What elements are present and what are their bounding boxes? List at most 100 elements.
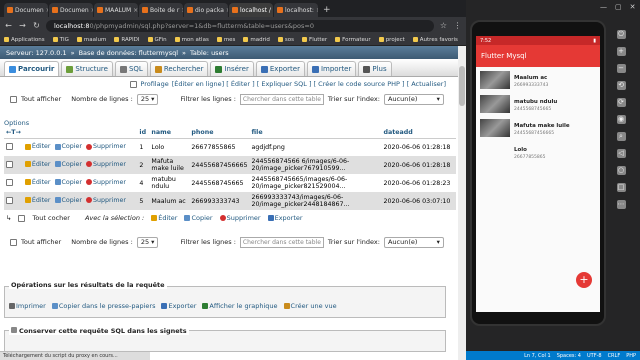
filter-input[interactable]: Chercher dans cette table: [239, 93, 324, 105]
col-file[interactable]: file: [249, 128, 382, 139]
close-icon[interactable]: ×: [46, 7, 48, 14]
close-icon[interactable]: ×: [133, 7, 138, 14]
back-icon[interactable]: ←: [4, 21, 13, 30]
copy-button[interactable]: Copier: [54, 161, 82, 168]
editor-status-item[interactable]: Spaces: 4: [557, 353, 581, 359]
overview-icon[interactable]: □: [616, 183, 626, 192]
sort-select[interactable]: Aucun(e) ▾: [383, 93, 444, 105]
edit-button[interactable]: Éditer: [24, 143, 51, 150]
tab-plus[interactable]: Plus: [358, 61, 392, 76]
bulk-export-button[interactable]: Exporter: [267, 214, 303, 222]
bookmark-item[interactable]: maalum: [76, 37, 106, 43]
browser-tab-1[interactable]: Documen×: [4, 3, 48, 17]
query-action-links[interactable]: [Éditer en ligne] [ Éditer ] [ Expliquer…: [172, 80, 446, 88]
edit-button[interactable]: Éditer: [24, 161, 51, 168]
row-checkbox[interactable]: [6, 196, 13, 204]
tab-importer[interactable]: Importer: [306, 61, 357, 76]
power-icon[interactable]: ⏻: [616, 30, 626, 39]
operation-chart[interactable]: Afficher le graphique: [202, 302, 278, 310]
browser-tab-3[interactable]: MAALUM ×: [94, 3, 138, 17]
delete-button[interactable]: Supprimer: [86, 143, 126, 150]
edit-button[interactable]: Éditer: [24, 197, 51, 204]
delete-button[interactable]: Supprimer: [86, 197, 126, 204]
tab-sql[interactable]: SQL: [114, 61, 148, 76]
bulk-copy-button[interactable]: Copier: [184, 214, 213, 222]
bookmark-item[interactable]: project: [378, 37, 405, 43]
tab-exporter[interactable]: Exporter: [255, 61, 305, 76]
zoom-icon[interactable]: ⌕: [616, 132, 626, 141]
browser-tab-4[interactable]: Boite de r×: [139, 3, 183, 17]
maximize-icon[interactable]: ▢: [615, 3, 622, 11]
options-link[interactable]: Options: [0, 119, 466, 128]
user-list-item[interactable]: Mafuta make luile 24455687456665: [476, 115, 600, 139]
bulk-delete-button[interactable]: Supprimer: [219, 214, 261, 222]
copy-button[interactable]: Copier: [54, 179, 82, 186]
back-icon[interactable]: ◁: [616, 149, 626, 158]
editor-status-item[interactable]: CRLF: [608, 353, 621, 359]
server-crumb[interactable]: Serveur: 127.0.0.1: [6, 49, 67, 57]
copy-button[interactable]: Copier: [54, 197, 82, 204]
tab-parcourir[interactable]: Parcourir: [4, 61, 60, 76]
forward-icon[interactable]: →: [18, 21, 27, 30]
close-icon[interactable]: ✕: [630, 3, 636, 11]
filter-input-bottom[interactable]: Chercher dans cette table: [239, 236, 324, 248]
edit-button[interactable]: Éditer: [24, 179, 51, 186]
sort-select-bottom[interactable]: Aucun(e) ▾: [383, 236, 444, 248]
rotate-icon[interactable]: ⟲: [616, 81, 626, 90]
new-tab-button[interactable]: +: [319, 3, 335, 17]
close-icon[interactable]: ×: [91, 7, 93, 14]
camera-icon[interactable]: ◉: [616, 115, 626, 124]
show-all-checkbox-bottom[interactable]: [10, 238, 17, 246]
operation-print[interactable]: Imprimer: [9, 302, 46, 310]
profiling-checkbox[interactable]: [130, 80, 138, 88]
rotate-right-icon[interactable]: ⟳: [616, 98, 626, 107]
rows-select[interactable]: 25 ▾: [136, 93, 159, 105]
home-icon[interactable]: ○: [616, 166, 626, 175]
col-phone[interactable]: phone: [189, 128, 250, 139]
bookmark-item[interactable]: GFin: [147, 37, 167, 43]
minimize-icon[interactable]: —: [600, 3, 607, 11]
bookmark-item[interactable]: madrid: [243, 37, 270, 43]
delete-button[interactable]: Supprimer: [86, 179, 126, 186]
bookmark-item[interactable]: Autres favoris: [412, 37, 458, 43]
bulk-edit-button[interactable]: Éditer: [151, 214, 177, 222]
close-icon[interactable]: ×: [316, 7, 318, 14]
show-all-checkbox[interactable]: [10, 95, 17, 103]
page-scrollbar[interactable]: [458, 46, 466, 360]
operation-export[interactable]: Exporter: [161, 302, 196, 310]
db-crumb[interactable]: Base de données: fluttermysql: [79, 49, 178, 57]
bookmark-item[interactable]: sos: [277, 37, 294, 43]
arrow-left-icon[interactable]: ←T→: [6, 129, 21, 136]
user-list-item[interactable]: Maalum ac 266993333743: [476, 67, 600, 91]
bookmark-item[interactable]: mes: [216, 37, 235, 43]
browser-tab-6[interactable]: localhost / ×: [229, 3, 273, 17]
delete-button[interactable]: Supprimer: [86, 161, 126, 168]
copy-button[interactable]: Copier: [54, 143, 82, 150]
browser-tab-7[interactable]: localhost:×: [274, 3, 318, 17]
bookmark-item[interactable]: Applications: [4, 37, 45, 43]
user-list-item[interactable]: matubu ndulu 2445568745665: [476, 91, 600, 115]
bookmark-item[interactable]: Flutter: [302, 37, 327, 43]
browser-tab-5[interactable]: dio packa×: [184, 3, 228, 17]
row-checkbox[interactable]: [6, 160, 13, 168]
volume-down-icon[interactable]: −: [616, 64, 626, 73]
bookmark-item[interactable]: TIG: [52, 37, 69, 43]
bookmark-item[interactable]: mon atlas: [174, 37, 209, 43]
scrollbar-thumb[interactable]: [459, 66, 465, 106]
col-dateadd[interactable]: dateadd: [381, 128, 456, 139]
row-checkbox[interactable]: [6, 178, 13, 186]
browser-tab-2[interactable]: Documen×: [49, 3, 93, 17]
row-checkbox[interactable]: [6, 142, 13, 150]
bookmark-item[interactable]: Formateur: [335, 37, 371, 43]
table-crumb[interactable]: Table: users: [190, 49, 229, 57]
reload-icon[interactable]: ↻: [32, 21, 41, 30]
operation-clipboard[interactable]: Copier dans le presse-papiers: [51, 302, 155, 310]
col-name[interactable]: name: [149, 128, 190, 139]
rows-select-bottom[interactable]: 25 ▾: [136, 236, 159, 248]
tab-rechercher[interactable]: Rechercher: [149, 61, 209, 76]
editor-status-item[interactable]: PHP: [626, 353, 636, 359]
close-icon[interactable]: ×: [181, 7, 183, 14]
col-id[interactable]: id: [137, 128, 150, 139]
volume-up-icon[interactable]: +: [616, 47, 626, 56]
bookmark-item[interactable]: RAPIDI: [114, 37, 140, 43]
